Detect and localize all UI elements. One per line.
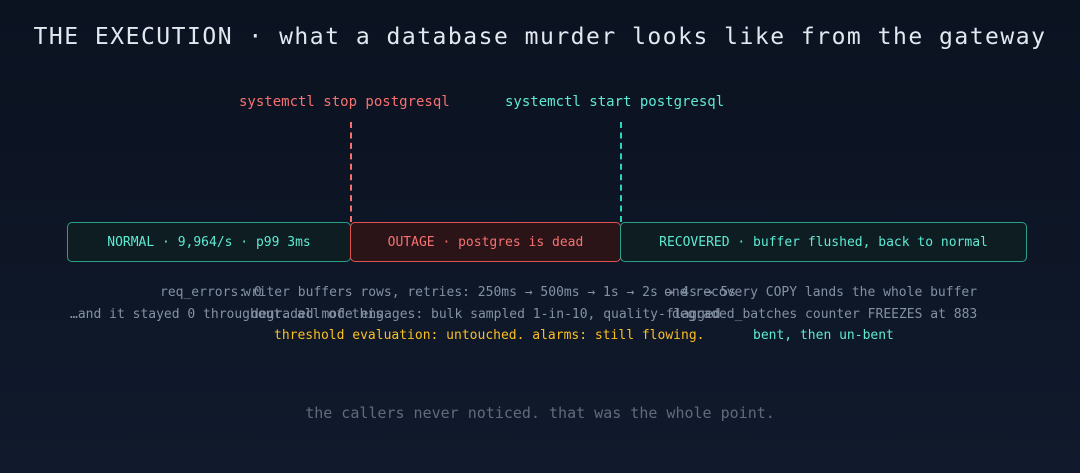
stop-marker-line (350, 122, 352, 222)
outage-note-degraded-mode: degraded mode engages: bulk sampled 1-in… (251, 307, 721, 322)
start-command-label: systemctl start postgresql (505, 94, 725, 110)
outage-phase-box: OUTAGE · postgres is dead (350, 222, 621, 262)
outage-phase-label: OUTAGE · postgres is dead (387, 234, 584, 250)
normal-phase-label: NORMAL · 9,964/s · p99 3ms (107, 234, 311, 250)
recovered-note-bent: bent, then un-bent (753, 328, 894, 343)
page-title: THE EXECUTION · what a database murder l… (33, 24, 1047, 50)
recovered-phase-label: RECOVERED · buffer flushed, back to norm… (659, 234, 988, 250)
start-marker-line (620, 122, 622, 222)
stop-command-label: systemctl stop postgresql (239, 94, 450, 110)
outage-note-retries: writer buffers rows, retries: 250ms → 50… (243, 285, 737, 300)
footer-caption: the callers never noticed. that was the … (305, 404, 775, 422)
outage-note-threshold: threshold evaluation: untouched. alarms:… (274, 328, 705, 343)
normal-phase-box: NORMAL · 9,964/s · p99 3ms (67, 222, 351, 262)
recovered-note-counter: degraded_batches counter FREEZES at 883 (672, 307, 978, 322)
recovered-note-copy: one recovery COPY lands the whole buffer (664, 285, 978, 300)
recovered-phase-box: RECOVERED · buffer flushed, back to norm… (620, 222, 1027, 262)
